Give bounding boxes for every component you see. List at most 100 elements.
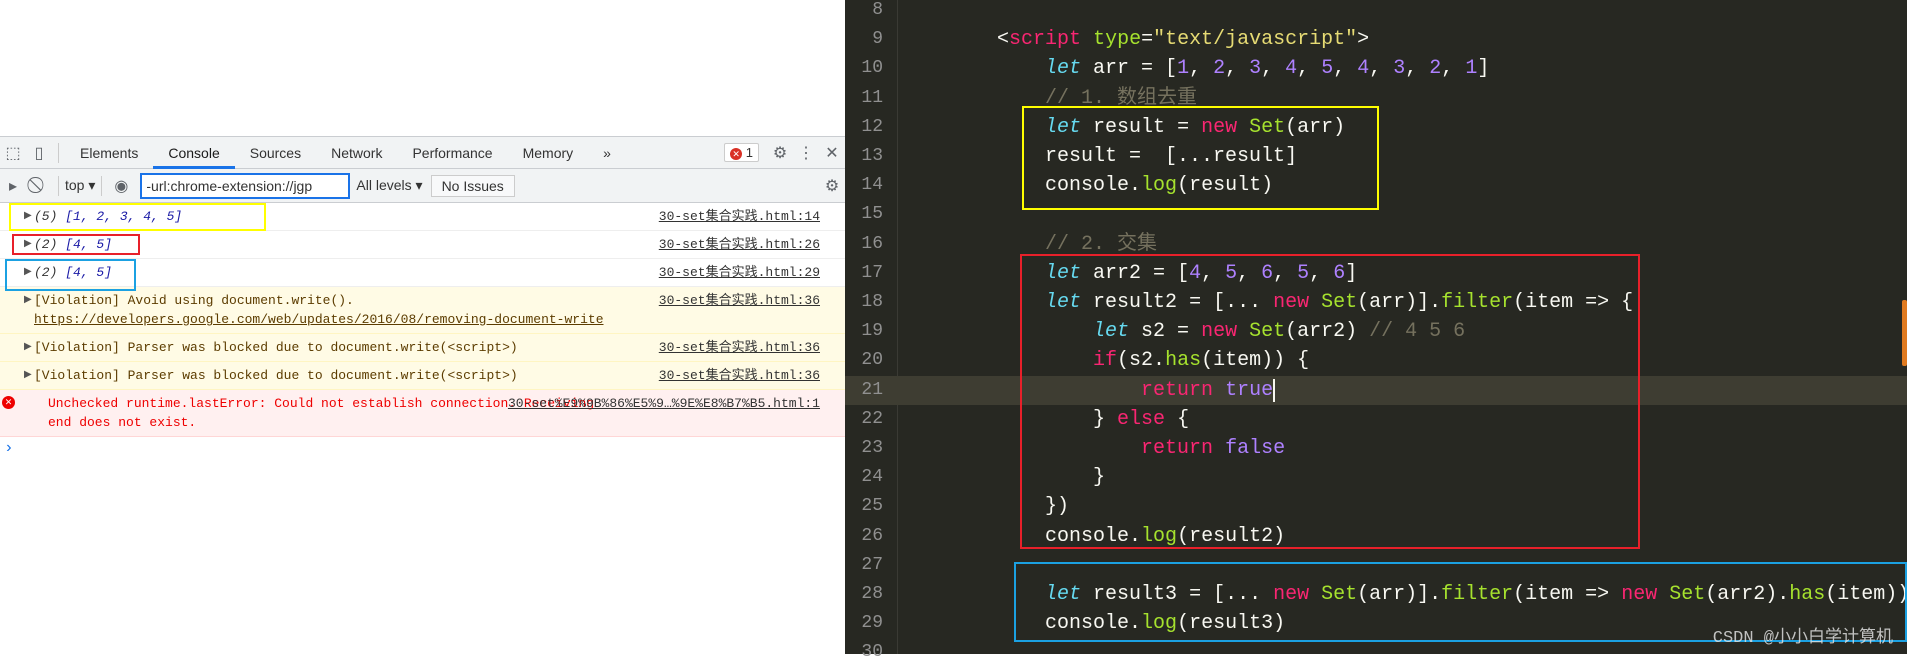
code-token: ] <box>1477 57 1490 81</box>
line-number: 16 <box>861 233 883 254</box>
code-token: 2 <box>1213 57 1226 81</box>
console-message: ▶ [Violation] Parser was blocked due to d… <box>0 334 845 362</box>
source-link[interactable]: 30-set集合实践.html:26 <box>659 235 820 254</box>
expand-triangle-icon[interactable]: ▶ <box>24 338 32 357</box>
more-tabs-button[interactable]: » <box>588 137 626 169</box>
context-select[interactable]: top ▾ <box>65 177 95 194</box>
source-link[interactable]: 30-set%E9%9B%86%E5%9…%9E%E8%B7%B5.html:1 <box>508 394 820 413</box>
devtools-panel: ⬚ ▯ Elements Console Sources Network Per… <box>0 0 845 654</box>
code-line[interactable]: 9 <script type="text/javascript"> <box>845 25 1907 54</box>
code-token: , <box>1441 57 1466 81</box>
line-number: 17 <box>861 262 883 283</box>
line-number: 27 <box>861 554 883 575</box>
error-icon: ✕ <box>730 148 743 160</box>
source-link[interactable]: 30-set集合实践.html:36 <box>659 291 820 310</box>
log-levels-select[interactable]: All levels ▾ <box>356 177 422 194</box>
line-number: 29 <box>861 613 883 634</box>
code-token: , <box>1225 57 1250 81</box>
highlight-box-yellow <box>1022 106 1379 210</box>
code-token: 4 <box>1357 57 1370 81</box>
code-editor[interactable]: 89 <script type="text/javascript"> 10 let… <box>845 0 1907 662</box>
divider <box>58 142 59 163</box>
source-link[interactable]: 30-set集合实践.html:29 <box>659 263 820 282</box>
devtools-tab-bar: ⬚ ▯ Elements Console Sources Network Per… <box>0 136 845 169</box>
gear-icon[interactable]: ⚙ <box>767 143 793 163</box>
message-text: [Violation] Parser was blocked due to do… <box>34 368 518 383</box>
line-number: 26 <box>861 525 883 546</box>
line-number: 13 <box>861 146 883 166</box>
code-token: 3 <box>1393 57 1406 81</box>
source-link[interactable]: 30-set集合实践.html:14 <box>659 207 820 226</box>
error-count: 1 <box>745 145 753 160</box>
kebab-menu-icon[interactable]: ⋮ <box>793 143 819 163</box>
code-token: , <box>1405 57 1430 81</box>
console-settings-gear-icon[interactable]: ⚙ <box>819 176 845 196</box>
highlight-box-yellow <box>9 203 266 231</box>
expand-triangle-icon[interactable]: ▶ <box>24 291 32 310</box>
levels-value: All levels <box>356 177 412 193</box>
line-number: 23 <box>861 438 883 458</box>
code-token: , <box>1333 57 1358 81</box>
code-token: 3 <box>1249 57 1262 81</box>
tab-console[interactable]: Console <box>153 137 236 169</box>
tab-network[interactable]: Network <box>316 137 397 169</box>
code-token: 1 <box>1465 57 1478 81</box>
scrollbar-thumb[interactable] <box>1902 300 1907 366</box>
error-count-badge[interactable]: ✕ 1 <box>724 143 759 162</box>
eye-icon[interactable]: ◉ <box>108 176 134 196</box>
code-token: , <box>1261 57 1286 81</box>
code-token: 1 <box>1177 57 1190 81</box>
line-number: 30 <box>861 642 883 663</box>
line-number: 28 <box>861 584 883 604</box>
code-token: 2 <box>1429 57 1442 81</box>
code-token: // 2. 交集 <box>1045 232 1158 256</box>
tab-sources[interactable]: Sources <box>235 137 316 169</box>
code-token: let <box>1045 57 1082 81</box>
code-token: arr = [ <box>1081 57 1178 81</box>
message-text: [Violation] Parser was blocked due to do… <box>34 340 518 355</box>
issues-button[interactable]: No Issues <box>430 174 515 197</box>
line-number: 9 <box>872 29 883 50</box>
code-token: type <box>1093 28 1142 52</box>
console-toolbar: ▸ ⃠ top ▾ ◉ All levels ▾ No Issues ⚙ <box>0 169 845 203</box>
line-number: 19 <box>861 321 883 342</box>
console-prompt[interactable]: › <box>0 437 845 459</box>
source-link[interactable]: 30-set集合实践.html:36 <box>659 366 820 385</box>
device-toolbar-icon[interactable]: ▯ <box>26 143 52 163</box>
inspect-element-icon[interactable]: ⬚ <box>0 143 26 163</box>
line-number: 25 <box>861 496 883 517</box>
clear-console-icon[interactable]: ⃠ <box>26 177 52 195</box>
line-number: 21 <box>861 379 883 400</box>
message-link[interactable]: https://developers.google.com/web/update… <box>34 312 604 327</box>
message-text: [Violation] Avoid using document.write()… <box>34 293 354 308</box>
code-token: , <box>1297 57 1322 81</box>
source-link[interactable]: 30-set集合实践.html:36 <box>659 338 820 357</box>
filter-input[interactable] <box>140 172 351 199</box>
watermark: CSDN @小小白学计算机 <box>1712 629 1893 648</box>
code-content: let arr = [1, 2, 3, 4, 5, 4, 3, 2, 1] <box>901 54 1489 83</box>
code-line[interactable]: 10 let arr = [1, 2, 3, 4, 5, 4, 3, 2, 1] <box>845 54 1907 83</box>
tab-memory[interactable]: Memory <box>508 137 589 169</box>
close-icon[interactable]: ✕ <box>819 143 845 163</box>
sidebar-toggle-icon[interactable]: ▸ <box>0 176 26 196</box>
code-token: 4 <box>1285 57 1298 81</box>
line-number: 15 <box>861 204 883 225</box>
code-token: 5 <box>1321 57 1334 81</box>
divider <box>58 175 59 196</box>
code-token: > <box>1357 28 1370 52</box>
tab-elements[interactable]: Elements <box>65 137 153 169</box>
tab-performance[interactable]: Performance <box>397 137 507 169</box>
line-number: 24 <box>861 467 883 488</box>
line-number: 14 <box>861 175 883 196</box>
expand-triangle-icon[interactable]: ▶ <box>24 366 32 385</box>
line-number: 22 <box>861 408 883 429</box>
highlight-box-red <box>12 234 140 255</box>
code-line[interactable]: 8 <box>845 0 1907 25</box>
line-number: 11 <box>861 87 883 108</box>
error-icon: ✕ <box>2 396 15 409</box>
console-message: ✕ Unchecked runtime.lastError: Could not … <box>0 390 845 437</box>
highlight-box-blue <box>5 259 136 291</box>
line-number: 10 <box>861 58 883 79</box>
